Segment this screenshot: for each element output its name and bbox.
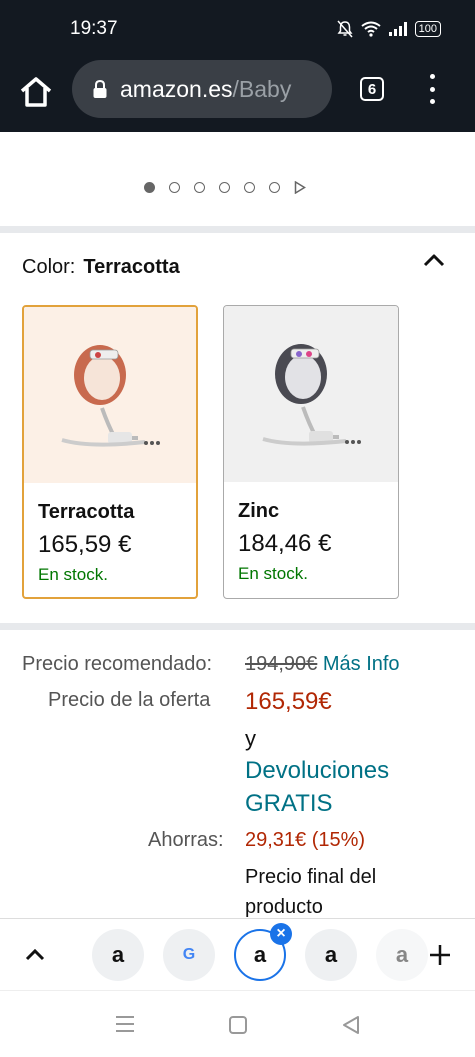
- status-icons: 100: [337, 20, 441, 38]
- carousel-dot[interactable]: [269, 182, 280, 193]
- amazon-tab[interactable]: a: [305, 929, 357, 981]
- google-icon: G: [182, 946, 196, 963]
- play-icon[interactable]: [294, 181, 306, 194]
- baby-swing-image: [61, 345, 160, 447]
- variant-card-terracotta[interactable]: Terracotta 165,59 € En stock.: [22, 305, 198, 599]
- lock-icon: [93, 79, 107, 98]
- amazon-icon: a: [253, 942, 267, 967]
- carousel-dot[interactable]: [219, 182, 230, 193]
- baby-swing-image: [262, 344, 361, 446]
- carousel-indicator: [144, 181, 306, 194]
- chevron-up-icon[interactable]: [422, 250, 446, 270]
- final-price-note-line1: Precio final del: [245, 866, 377, 888]
- battery-indicator: 100: [414, 21, 441, 37]
- home-nav-icon[interactable]: [228, 1015, 248, 1035]
- product-image: [24, 307, 196, 483]
- system-navigation-bar: [0, 990, 475, 1057]
- and-text: y: [245, 726, 256, 751]
- amazon-tab[interactable]: a: [92, 929, 144, 981]
- final-price-note-line2: producto: [245, 896, 323, 918]
- variant-stock: En stock.: [38, 565, 108, 584]
- chevron-up-icon[interactable]: [24, 947, 46, 963]
- tab-strip: a G a × a a: [0, 918, 475, 991]
- new-tab-plus-icon[interactable]: [428, 943, 452, 967]
- amazon-icon: a: [324, 942, 338, 967]
- section-divider: [0, 623, 475, 630]
- rrp-row: 194,90€ Más Info: [245, 653, 400, 676]
- variant-name: Terracotta: [38, 501, 135, 523]
- amazon-tab-active[interactable]: a ×: [234, 923, 292, 981]
- status-time: 19:37: [70, 18, 118, 39]
- offer-label: Precio de la oferta: [48, 689, 211, 711]
- url-text: amazon.es/Baby: [120, 76, 291, 103]
- signal-icon: [388, 22, 407, 36]
- rrp-label: Precio recomendado:: [22, 653, 213, 675]
- url-path: /Baby: [232, 75, 292, 102]
- color-selector-label: Color: Terracotta: [22, 256, 180, 279]
- color-label-text: Color:: [22, 256, 76, 278]
- browser-toolbar: amazon.es/Baby 6: [0, 58, 475, 132]
- variant-price: 184,46 €: [238, 530, 332, 557]
- tab-switcher-button[interactable]: 6: [360, 77, 384, 101]
- close-tab-icon[interactable]: ×: [270, 923, 292, 945]
- mute-bell-icon: [337, 20, 353, 38]
- rrp-value: 194,90€: [245, 653, 318, 675]
- section-divider: [0, 226, 475, 233]
- offer-price: 165,59€: [245, 688, 332, 715]
- free-returns-link-line2[interactable]: GRATIS: [245, 790, 333, 818]
- amazon-icon: a: [395, 942, 409, 967]
- url-bar[interactable]: amazon.es/Baby: [72, 60, 332, 118]
- variant-name: Zinc: [238, 500, 280, 522]
- back-nav-icon[interactable]: [341, 1015, 361, 1035]
- wifi-icon: [361, 21, 381, 37]
- variant-card-zinc[interactable]: Zinc 184,46 € En stock.: [223, 305, 399, 599]
- savings-value: 29,31€ (15%): [245, 829, 366, 851]
- recent-apps-icon[interactable]: [115, 1015, 135, 1033]
- more-info-link[interactable]: Más Info: [323, 653, 400, 675]
- amazon-tab[interactable]: a: [376, 929, 428, 981]
- status-bar: 19:37 100: [0, 0, 475, 58]
- color-selected-value: Terracotta: [83, 256, 180, 278]
- carousel-dot[interactable]: [244, 182, 255, 193]
- home-icon[interactable]: [18, 74, 54, 110]
- carousel-dot[interactable]: [144, 182, 155, 193]
- overflow-menu-icon[interactable]: [424, 74, 440, 104]
- product-image: [224, 306, 398, 482]
- google-tab[interactable]: G: [163, 929, 215, 981]
- variant-price: 165,59 €: [38, 531, 132, 558]
- variant-stock: En stock.: [238, 564, 308, 583]
- free-returns-link-line1[interactable]: Devoluciones: [245, 757, 389, 785]
- carousel-dot[interactable]: [169, 182, 180, 193]
- url-domain: amazon.es: [120, 75, 233, 102]
- carousel-dot[interactable]: [194, 182, 205, 193]
- savings-label: Ahorras:: [148, 829, 224, 851]
- amazon-icon: a: [111, 942, 125, 967]
